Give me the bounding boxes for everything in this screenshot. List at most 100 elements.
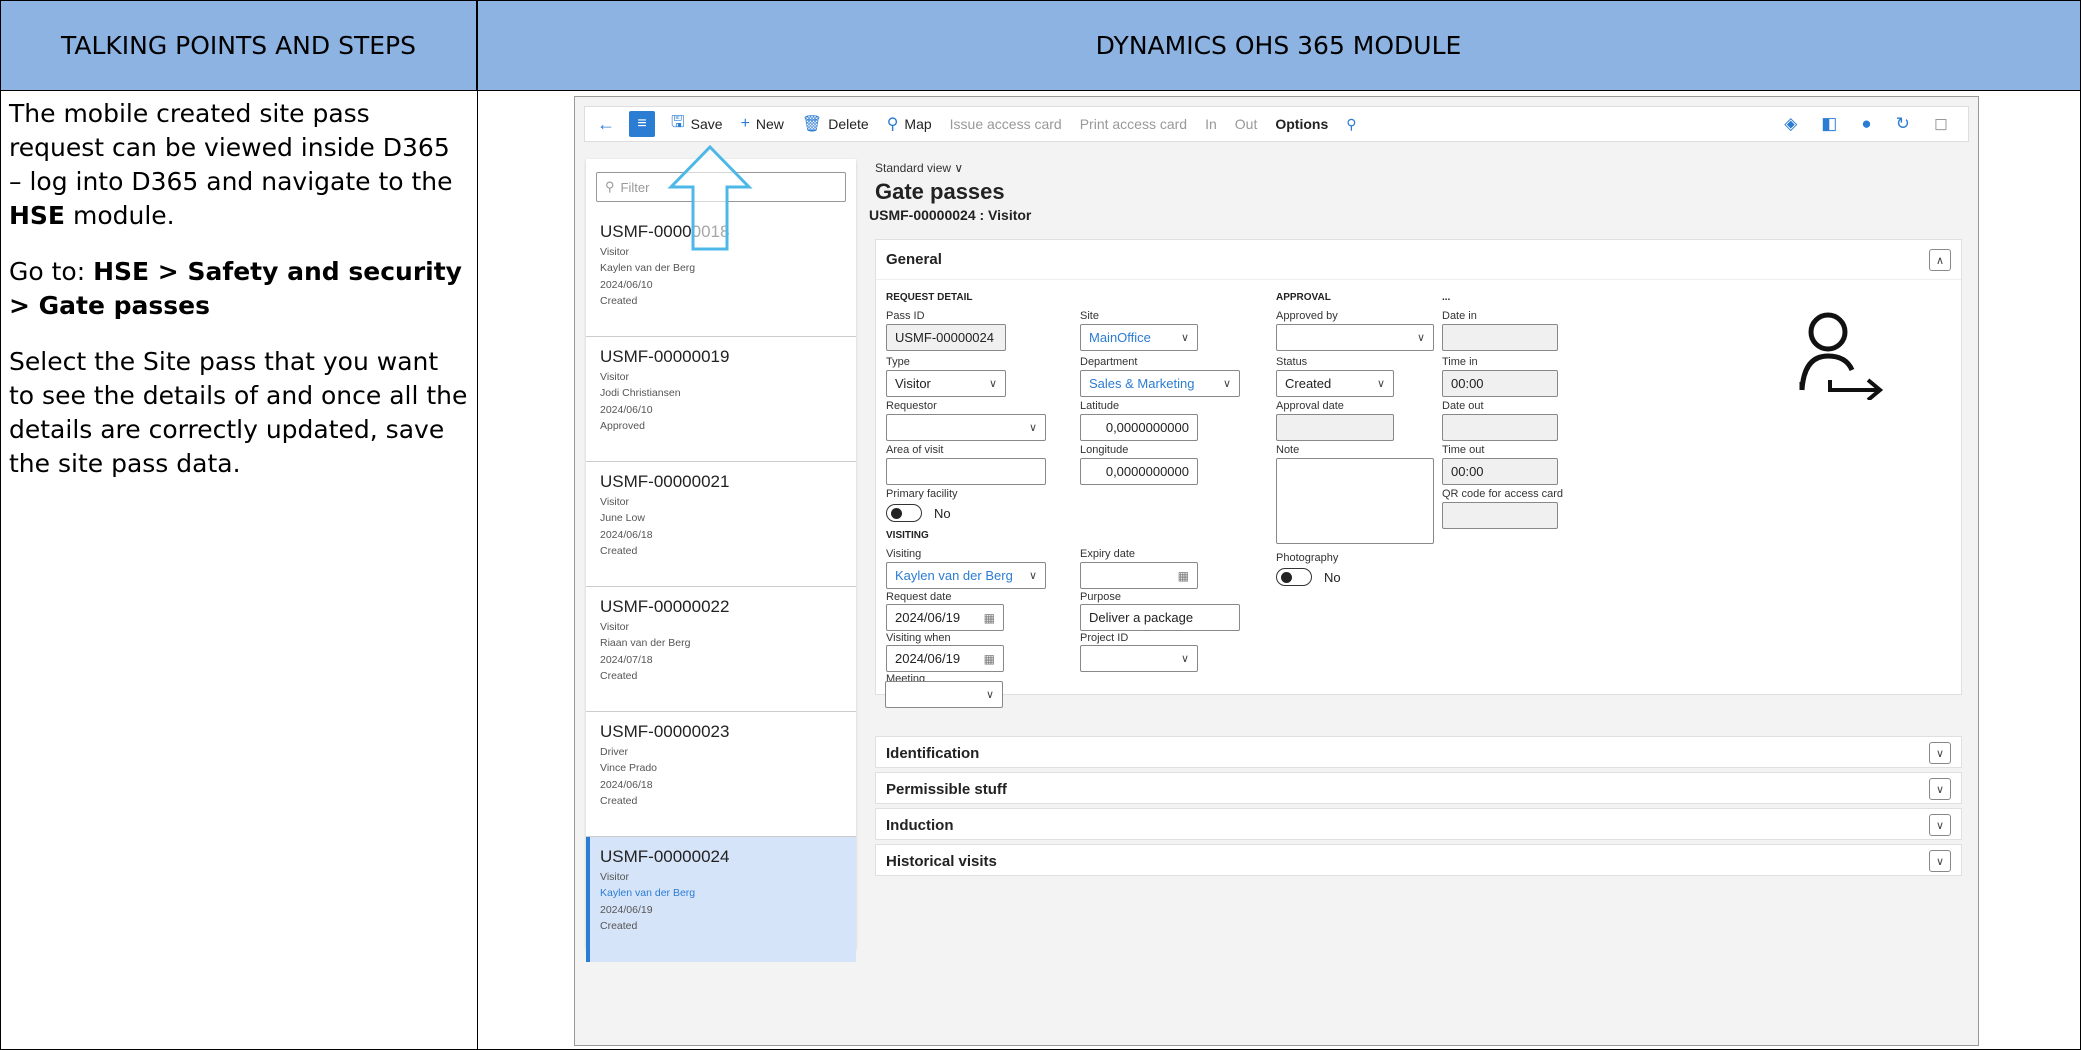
time-out-field[interactable]: 00:00 [1442, 458, 1558, 485]
latitude-field[interactable]: 0,0000000000 [1080, 414, 1198, 441]
pass-status: Created [600, 670, 638, 682]
delete-button[interactable]: 🗑 Delete [802, 114, 869, 134]
chevron-down-icon: ∨ [1028, 422, 1037, 434]
expiry-date-field[interactable]: ▦ [1080, 562, 1198, 589]
plus-icon: + [740, 115, 750, 132]
pass-status: Created [600, 295, 638, 307]
area-of-visit-field[interactable] [886, 458, 1046, 485]
list-item[interactable]: USMF-00000021 Visitor June Low 2024/06/1… [586, 462, 856, 587]
general-header[interactable]: General [876, 240, 1961, 280]
attachments-icon[interactable]: ● [1861, 114, 1871, 134]
office-icon[interactable]: ◧ [1821, 114, 1837, 134]
pass-type: Visitor [600, 870, 629, 883]
permissible-stuff-fasttab[interactable]: Permissible stuff ∨ [875, 772, 1962, 804]
primary-facility-toggle[interactable]: No [886, 504, 951, 522]
chevron-down-icon: ∨ [1028, 570, 1037, 582]
date-out-label: Date out [1442, 400, 1484, 412]
calendar-icon[interactable]: ▦ [1178, 569, 1189, 583]
identification-header: Identification [886, 744, 980, 762]
date-in-field[interactable] [1442, 324, 1558, 351]
approval-date-field[interactable] [1276, 414, 1394, 441]
pass-id-field[interactable]: USMF-00000024 [886, 324, 1006, 351]
type-dropdown[interactable]: Visitor ∨ [886, 370, 1006, 397]
list-item[interactable]: USMF-00000019 Visitor Jodi Christiansen … [586, 337, 856, 462]
toolbar-right-icons: ◈ ◧ ● ↻ ◻ [1784, 114, 1948, 134]
pass-status: Approved [600, 420, 645, 432]
department-dropdown[interactable]: Sales & Marketing ∨ [1080, 370, 1240, 397]
column-divider [477, 1, 478, 1049]
longitude-field[interactable]: 0,0000000000 [1080, 458, 1198, 485]
project-id-dropdown[interactable]: ∨ [1080, 645, 1198, 672]
pass-type: Visitor [600, 495, 629, 508]
action-toolbar: ← ≡ 🖫 Save + New 🗑 Delete ⚲ Map Issue access… [584, 106, 1969, 142]
induction-fasttab[interactable]: Induction ∨ [875, 808, 1962, 840]
list-item-selected[interactable]: USMF-00000024 Visitor Kaylen van der Ber… [586, 837, 856, 962]
project-id-label: Project ID [1080, 632, 1129, 644]
status-dropdown[interactable]: Created ∨ [1276, 370, 1394, 397]
pass-date: 2024/06/18 [600, 528, 653, 541]
status-label: Status [1276, 356, 1308, 368]
search-icon[interactable]: ⚲ [1346, 116, 1356, 133]
visiting-when-field[interactable]: 2024/06/19 ▦ [886, 645, 1004, 672]
print-access-card-button[interactable]: Print access card [1080, 116, 1187, 132]
pass-type: Driver [600, 745, 628, 758]
date-in-label: Date in [1442, 310, 1477, 322]
out-button[interactable]: Out [1235, 116, 1258, 132]
chevron-down-icon[interactable]: ∨ [1929, 850, 1951, 872]
site-dropdown[interactable]: MainOffice ∨ [1080, 324, 1198, 351]
save-button[interactable]: 🖫 Save [671, 111, 723, 138]
calendar-icon[interactable]: ▦ [984, 652, 995, 666]
list-item[interactable]: USMF-00000023 Driver Vince Prado 2024/06… [586, 712, 856, 837]
power-apps-icon[interactable]: ◈ [1784, 114, 1797, 134]
popout-icon[interactable]: ◻ [1934, 114, 1948, 134]
purpose-label: Purpose [1080, 591, 1121, 603]
requestor-dropdown[interactable]: ∨ [886, 414, 1046, 441]
visitor-name: Vince Prado [600, 762, 658, 774]
time-in-field[interactable]: 00:00 [1442, 370, 1558, 397]
save-icon: 🖫 [671, 113, 685, 131]
approved-by-dropdown[interactable]: ∨ [1276, 324, 1434, 351]
chevron-down-icon[interactable]: ∨ [1929, 814, 1951, 836]
chevron-down-icon[interactable]: ∨ [1929, 742, 1951, 764]
list-item[interactable]: USMF-00000022 Visitor Riaan van der Berg… [586, 587, 856, 712]
calendar-icon[interactable]: ▦ [984, 611, 995, 625]
primary-facility-label: Primary facility [886, 488, 958, 500]
photography-toggle[interactable]: No [1276, 568, 1341, 586]
map-button[interactable]: ⚲ Map [887, 114, 932, 134]
induction-header: Induction [886, 816, 954, 834]
document-table: TALKING POINTS AND STEPS DYNAMICS OHS 36… [0, 0, 2081, 1050]
back-arrow-icon[interactable]: ← [597, 114, 615, 135]
approval-heading: APPROVAL [1276, 292, 1331, 303]
chevron-down-icon[interactable]: ∨ [1929, 778, 1951, 800]
photography-label: Photography [1276, 552, 1339, 564]
identification-fasttab[interactable]: Identification ∨ [875, 736, 1962, 768]
pass-type: Visitor [600, 620, 629, 633]
note-textarea[interactable] [1276, 458, 1434, 544]
historical-visits-header: Historical visits [886, 852, 997, 870]
menu-icon[interactable]: ≡ [629, 111, 655, 137]
toggle-switch [886, 504, 922, 522]
general-fasttab: General ∧ REQUEST DETAIL APPROVAL ... Pa… [875, 239, 1962, 695]
view-selector[interactable]: Standard view ∨ [875, 161, 1962, 175]
pass-id: USMF-00000023 [600, 722, 730, 741]
save-pointer-arrow-icon [667, 144, 753, 251]
new-button[interactable]: + New [741, 115, 784, 133]
search-icon: ⚲ [605, 179, 615, 194]
refresh-icon[interactable]: ↻ [1896, 114, 1910, 134]
meeting-dropdown[interactable]: ∨ [885, 681, 1003, 708]
pass-type: Visitor [600, 370, 629, 383]
chevron-up-icon[interactable]: ∧ [1929, 249, 1951, 271]
step-1-text: The mobile created site pass request can… [9, 99, 453, 230]
chevron-down-icon: ∨ [954, 161, 964, 175]
pass-id-label: Pass ID [886, 310, 925, 322]
purpose-field[interactable]: Deliver a package [1080, 604, 1240, 631]
request-date-field[interactable]: 2024/06/19 ▦ [886, 604, 1004, 631]
qr-code-field[interactable] [1442, 502, 1558, 529]
options-button[interactable]: Options [1275, 116, 1328, 132]
in-button[interactable]: In [1205, 116, 1217, 132]
area-label: Area of visit [886, 444, 944, 456]
historical-visits-fasttab[interactable]: Historical visits ∨ [875, 844, 1962, 876]
visiting-dropdown[interactable]: Kaylen van der Berg ∨ [886, 562, 1046, 589]
date-out-field[interactable] [1442, 414, 1558, 441]
issue-access-card-button[interactable]: Issue access card [950, 116, 1062, 132]
